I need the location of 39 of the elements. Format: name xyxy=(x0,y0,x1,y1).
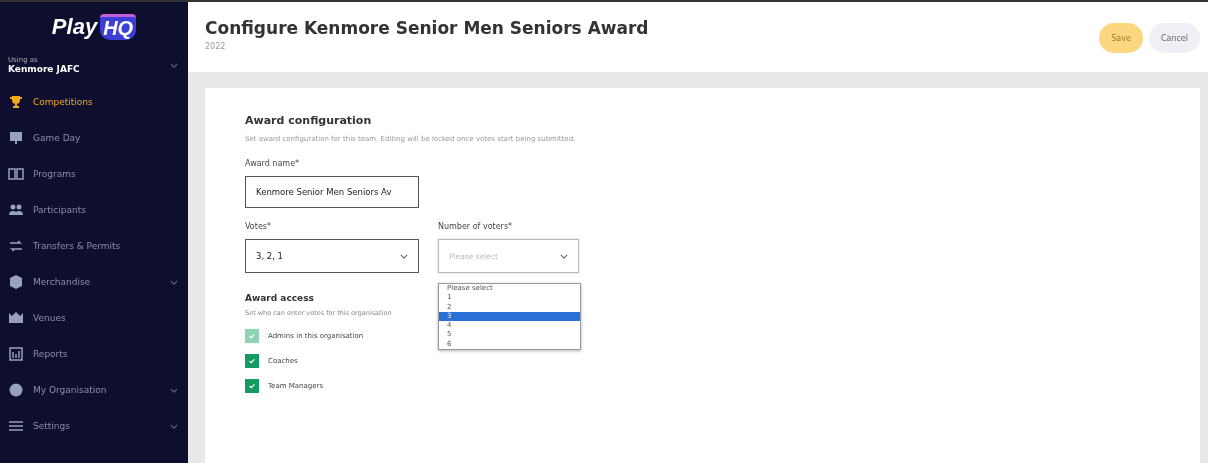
nav-item[interactable]: Game Day xyxy=(0,120,188,156)
trophy-icon xyxy=(8,94,24,110)
chevron-down-icon xyxy=(170,62,178,68)
field-label: Votes* xyxy=(245,222,272,231)
nav-item[interactable]: Reports xyxy=(0,336,188,372)
award-name-field[interactable]: Kenmore Senior Men Seniors Av xyxy=(245,176,419,208)
cancel-button[interactable]: Cancel xyxy=(1148,23,1200,53)
chart-icon xyxy=(8,346,24,362)
nav-item[interactable]: Settings xyxy=(0,408,188,444)
people-icon xyxy=(8,202,24,218)
section-title: Award configuration xyxy=(245,114,372,127)
arrows-icon xyxy=(8,238,24,254)
chevron-down-icon xyxy=(560,253,568,259)
board-icon xyxy=(8,130,24,146)
logo-badge: HQ xyxy=(100,14,137,40)
votes-select[interactable]: 3, 2, 1 xyxy=(245,239,419,273)
nav-item[interactable]: Competitions xyxy=(0,84,188,120)
field-label: Number of voters* xyxy=(438,222,514,231)
check-icon xyxy=(248,357,256,365)
nav-item[interactable]: Transfers & Permits xyxy=(0,228,188,264)
page-title: Configure Kenmore Senior Men Seniors Award xyxy=(205,18,649,38)
checkbox[interactable] xyxy=(245,379,259,393)
page-subtitle: 2022 xyxy=(205,42,227,51)
chevron-down-icon xyxy=(400,253,408,259)
organisation-name: Kenmore JAFC xyxy=(8,64,81,74)
field-label: Award name* xyxy=(245,159,301,168)
check-icon xyxy=(248,332,256,340)
nav-item[interactable]: Participants xyxy=(0,192,188,228)
checkbox[interactable] xyxy=(245,354,259,368)
section-title: Award access xyxy=(245,293,314,303)
logo-text: Play xyxy=(51,14,98,40)
book-icon xyxy=(8,166,24,182)
nav-item[interactable]: Venues xyxy=(0,300,188,336)
nav-item[interactable]: Programs xyxy=(0,156,188,192)
nav-item[interactable]: Merchandise xyxy=(0,264,188,300)
sliders-icon xyxy=(8,418,24,434)
nav-item[interactable]: My Organisation xyxy=(0,372,188,408)
check-icon xyxy=(248,382,256,390)
box-icon xyxy=(8,274,24,290)
